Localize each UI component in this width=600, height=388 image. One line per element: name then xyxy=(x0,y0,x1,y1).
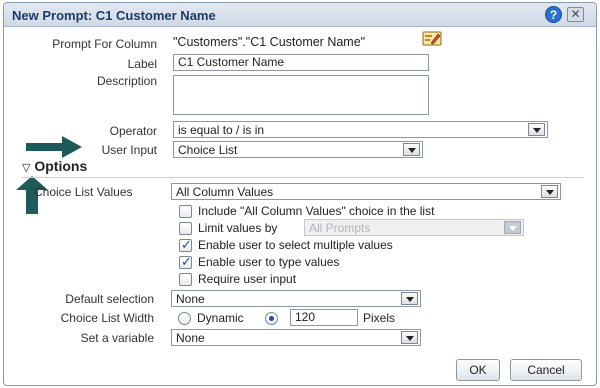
description-label: Description xyxy=(96,74,157,88)
options-header: Options xyxy=(34,158,88,174)
limit-values-select[interactable]: All Prompts xyxy=(304,219,524,236)
default-selection-label: Default selection xyxy=(65,292,154,306)
user-input-value: Choice List xyxy=(178,143,238,157)
chevron-down-icon[interactable] xyxy=(541,185,558,198)
type-values-checkbox[interactable] xyxy=(179,254,192,270)
label-input[interactable]: C1 Customer Name xyxy=(173,54,429,71)
prompt-for-column-label: Prompt For Column xyxy=(52,37,157,51)
options-section-toggle[interactable]: ▽ Options xyxy=(22,158,87,174)
ok-button[interactable]: OK xyxy=(456,359,500,381)
dynamic-label: Dynamic xyxy=(197,311,244,325)
default-selection-select[interactable]: None xyxy=(171,290,421,307)
limit-values-value: All Prompts xyxy=(309,221,371,235)
choice-list-values-label: Choice List Values xyxy=(34,185,133,199)
set-variable-value: None xyxy=(176,331,205,345)
chevron-down-icon[interactable] xyxy=(401,292,418,305)
new-prompt-dialog: New Prompt: C1 Customer Name ? ✕ Prompt … xyxy=(3,2,597,386)
set-variable-label: Set a variable xyxy=(80,331,154,345)
dynamic-radio[interactable] xyxy=(178,312,191,325)
options-divider xyxy=(22,177,584,178)
pixels-label: Pixels xyxy=(363,311,396,325)
default-selection-value: None xyxy=(176,292,205,306)
dialog-titlebar: New Prompt: C1 Customer Name ? ✕ xyxy=(4,3,596,27)
set-variable-select[interactable]: None xyxy=(171,329,421,346)
multiple-values-checkbox[interactable] xyxy=(179,237,192,253)
operator-value: is equal to / is in xyxy=(178,123,265,137)
limit-values-label: Limit values by xyxy=(198,221,278,235)
cancel-button[interactable]: Cancel xyxy=(510,359,582,381)
chevron-down-icon[interactable] xyxy=(401,331,418,344)
include-all-values-checkbox[interactable] xyxy=(179,205,192,218)
triangle-down-icon: ▽ xyxy=(22,162,31,174)
arrow-right-icon xyxy=(26,136,82,158)
operator-select[interactable]: is equal to / is in xyxy=(173,121,548,138)
type-values-label: Enable user to type values xyxy=(198,255,340,269)
chevron-down-icon[interactable] xyxy=(403,143,420,156)
include-all-values-label: Include "All Column Values" choice in th… xyxy=(198,204,435,218)
description-textarea[interactable] xyxy=(173,75,429,115)
dialog-title: New Prompt: C1 Customer Name xyxy=(12,8,216,23)
help-icon[interactable]: ? xyxy=(545,6,562,23)
multiple-values-label: Enable user to select multiple values xyxy=(198,238,393,252)
close-icon[interactable]: ✕ xyxy=(567,7,584,22)
require-input-label: Require user input xyxy=(198,272,297,286)
require-input-checkbox[interactable] xyxy=(179,273,192,286)
edit-column-icon[interactable] xyxy=(422,31,442,46)
prompt-for-column-value: "Customers"."C1 Customer Name" xyxy=(173,35,366,49)
chevron-down-icon[interactable] xyxy=(504,221,521,234)
limit-values-checkbox[interactable] xyxy=(179,222,192,235)
width-input[interactable]: 120 xyxy=(290,309,358,326)
choice-list-values-value: All Column Values xyxy=(176,185,274,199)
fixed-width-radio[interactable] xyxy=(265,312,278,325)
choice-list-width-label: Choice List Width xyxy=(60,311,154,325)
chevron-down-icon[interactable] xyxy=(528,123,545,136)
choice-list-values-select[interactable]: All Column Values xyxy=(171,183,561,200)
label-field-label: Label xyxy=(127,57,157,71)
user-input-select[interactable]: Choice List xyxy=(173,141,423,158)
